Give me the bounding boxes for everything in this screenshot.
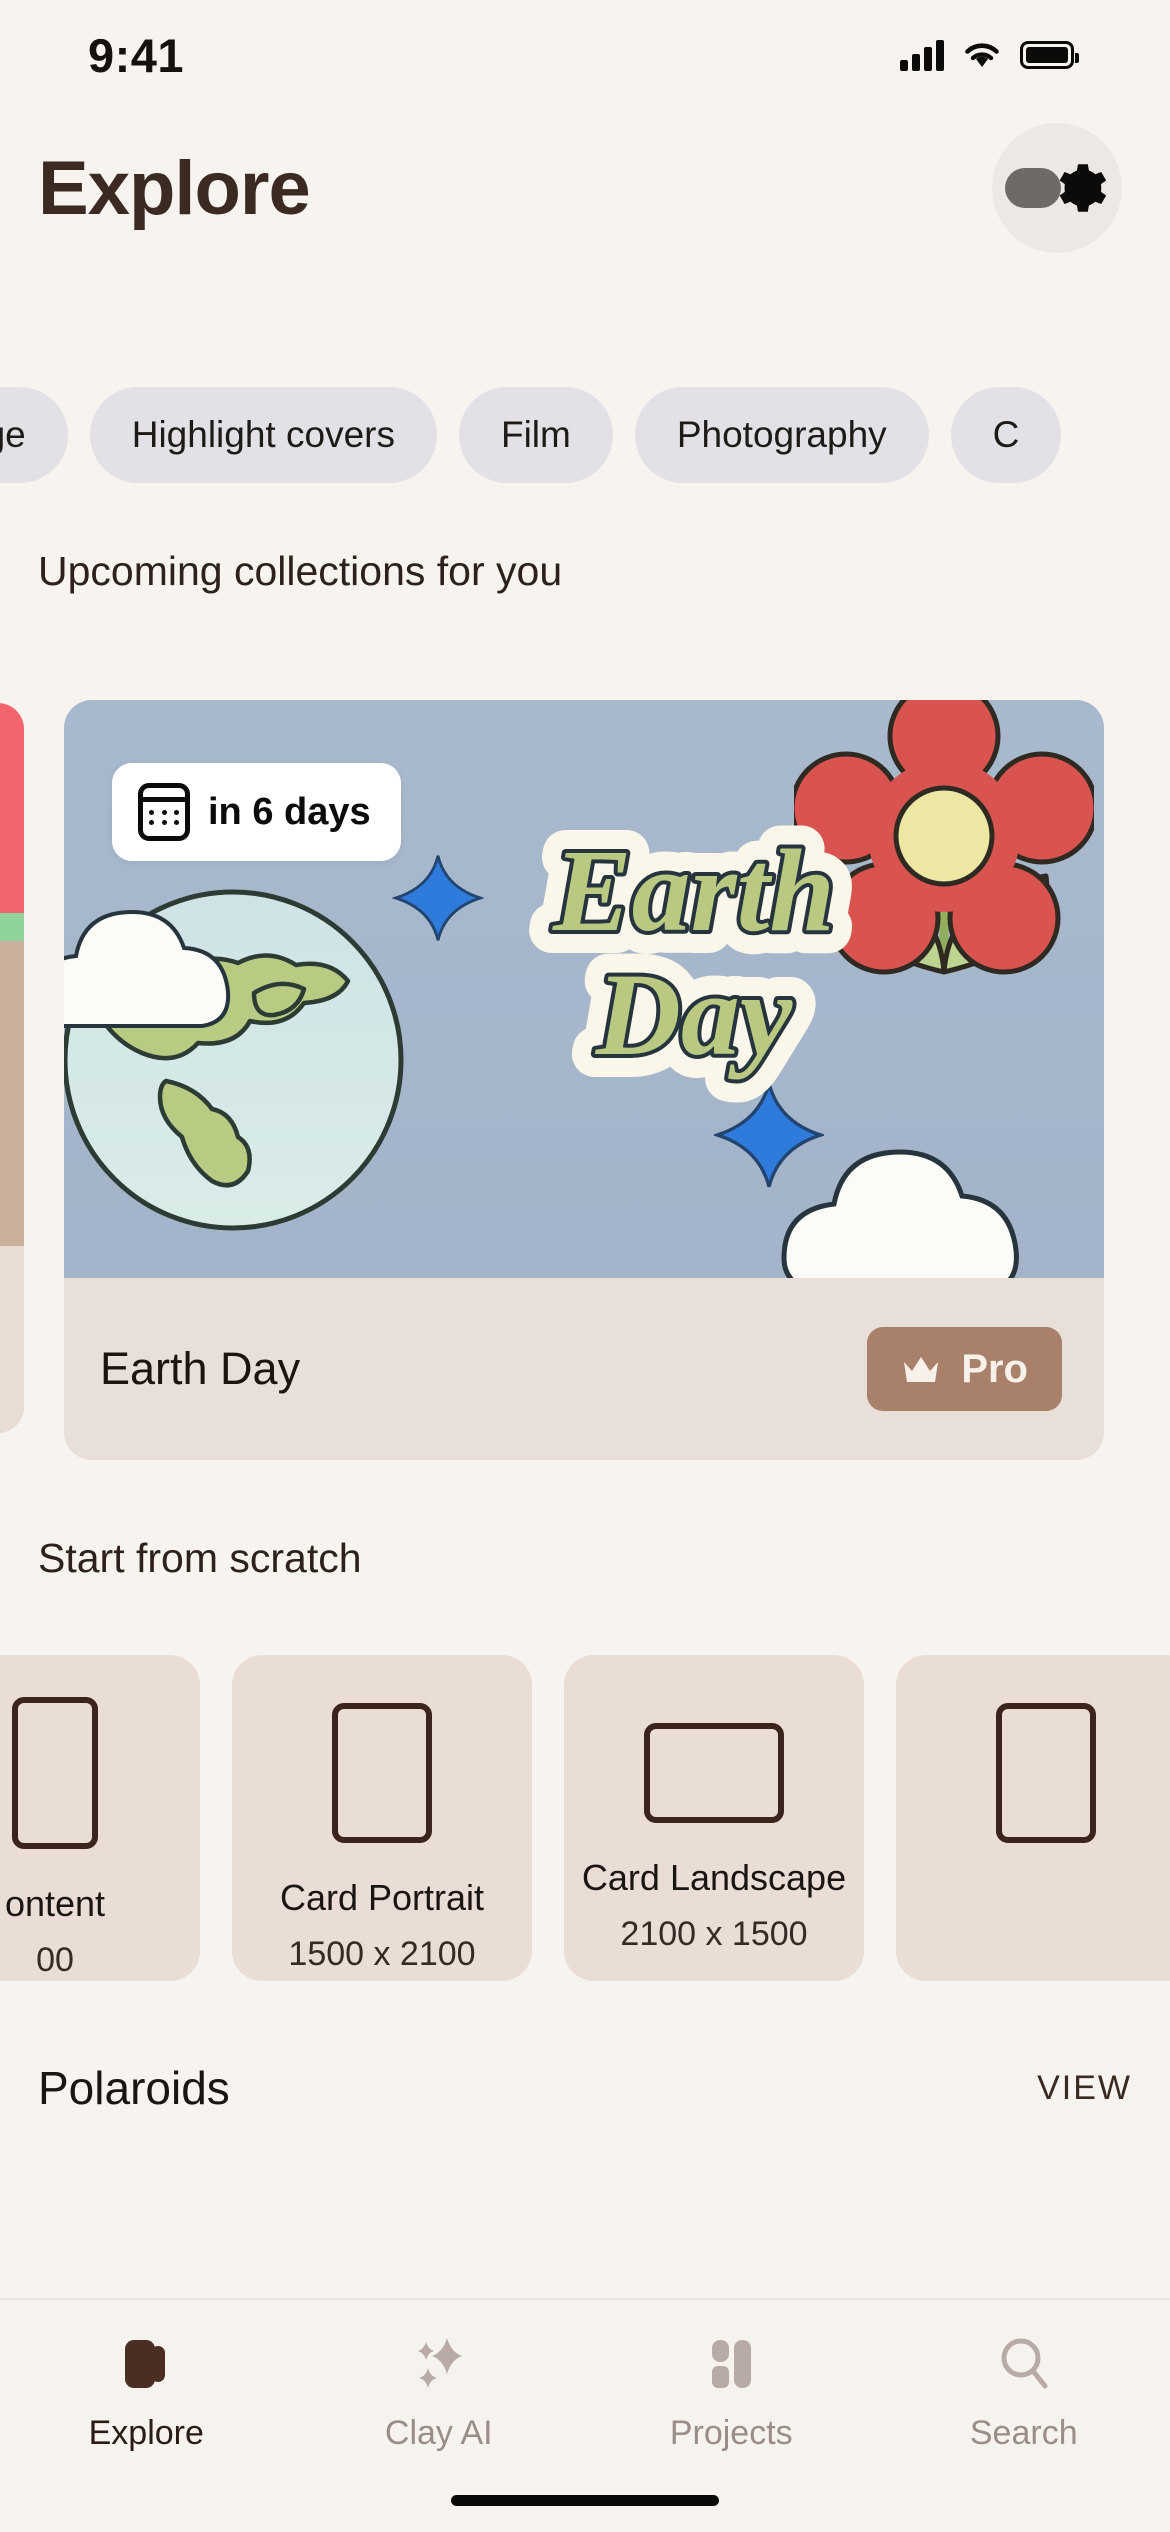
wordmark-line2: Day [595, 949, 793, 1080]
category-chip-1[interactable]: Highlight covers [89, 387, 437, 483]
tab-label: Explore [88, 2414, 204, 2452]
scratch-card-0[interactable]: ontent 00 [0, 1655, 200, 1981]
tab-search[interactable]: Search [878, 2328, 1170, 2453]
scratch-section-title: Start from scratch [38, 1535, 362, 1581]
page-title: Explore [38, 145, 311, 231]
collection-name: Earth Day [100, 1343, 301, 1394]
tab-label: Projects [669, 2414, 793, 2452]
scratch-card-size: 2100 x 1500 [620, 1915, 808, 1953]
scratch-card-title: ontent [4, 1883, 106, 1924]
scratch-card-title: Card Portrait [279, 1877, 485, 1918]
search-icon [1001, 2338, 1048, 2389]
countdown-label: in 6 days [208, 790, 371, 833]
peek-band-b [0, 913, 24, 941]
scratch-card-2[interactable]: Card Landscape 2100 x 1500 [564, 1655, 864, 1981]
collection-card-earth-day[interactable]: Earth Earth Earth Day Day Day in 6 days … [64, 700, 1104, 1460]
app-screen: 9:41 Explore age Highlight covers Film P… [0, 0, 1170, 2532]
scratch-card-1[interactable]: Card Portrait 1500 x 2100 [232, 1655, 532, 1981]
sparkles-icon [417, 2338, 462, 2388]
start-from-scratch-row[interactable]: ontent 00 Card Portrait 1500 x 2100 Card… [0, 1655, 1170, 2005]
home-indicator [451, 2495, 719, 2506]
status-bar: 9:41 [0, 0, 1170, 110]
polaroids-section-header[interactable]: Polaroids VIEW [0, 2053, 1170, 2123]
scratch-card-size: 00 [36, 1941, 74, 1979]
earth-day-wordmark: Earth Earth Earth Day Day Day [529, 808, 858, 1103]
projects-icon [712, 2340, 752, 2388]
scratch-card-title: Card Landscape [581, 1857, 847, 1898]
category-chip-0[interactable]: age [0, 387, 68, 483]
calendar-icon [138, 783, 190, 841]
peek-band-c [0, 941, 24, 1246]
landscape-shape-icon [644, 1723, 784, 1823]
peek-band-d [0, 1246, 24, 1433]
cloud-left-icon [64, 909, 231, 1028]
card-artwork: Earth Earth Earth Day Day Day in 6 days [64, 700, 1104, 1278]
polaroids-view-button[interactable]: VIEW [1037, 2069, 1132, 2108]
bottom-tab-bar[interactable]: Explore Clay AI Projects Search [0, 2298, 1170, 2532]
tab-explore[interactable]: Explore [0, 2328, 293, 2453]
wordmark-line1: Earth [552, 825, 835, 956]
category-chip-2[interactable]: Film [458, 387, 613, 483]
peek-band-a [0, 703, 24, 913]
card-footer: Earth Day Pro [64, 1278, 1104, 1460]
upcoming-section-title: Upcoming collections for you [38, 548, 563, 594]
category-chip-list[interactable]: age Highlight covers Film Photography C [0, 380, 1170, 490]
settings-button[interactable] [992, 123, 1122, 253]
story-shape-icon [12, 1697, 98, 1849]
countdown-badge: in 6 days [112, 763, 401, 861]
chip-label: Film [500, 414, 571, 455]
upcoming-collections-row[interactable]: Earth Earth Earth Day Day Day in 6 days … [0, 700, 1170, 1460]
cellular-signal-icon [900, 39, 944, 71]
pro-label: Pro [961, 1346, 1028, 1391]
chip-label: Highlight covers [131, 414, 395, 455]
pro-badge[interactable]: Pro [867, 1327, 1062, 1411]
category-chip-3[interactable]: Photography [634, 387, 929, 483]
tab-projects[interactable]: Projects [585, 2328, 878, 2453]
tab-clay-ai[interactable]: Clay AI [293, 2328, 586, 2453]
collection-card-previous[interactable] [0, 703, 24, 1433]
page-header: Explore [0, 118, 1170, 258]
crown-icon [904, 1357, 939, 1382]
portrait-shape-icon [332, 1703, 432, 1843]
gear-icon [1059, 164, 1107, 212]
tab-label: Search [969, 2414, 1078, 2452]
polaroids-title: Polaroids [38, 2062, 230, 2114]
status-time: 9:41 [88, 28, 185, 82]
scratch-card-size: 1500 x 2100 [288, 1935, 476, 1973]
battery-icon [1020, 41, 1079, 69]
category-chip-4[interactable]: C [950, 387, 1062, 483]
scratch-card-3[interactable]: Card 2100 [896, 1655, 1170, 1981]
status-icons [900, 39, 1079, 71]
chip-label: Photography [676, 414, 887, 455]
portrait-shape-icon [996, 1703, 1096, 1843]
chip-label: C [992, 414, 1020, 455]
explore-icon [125, 2340, 166, 2388]
chip-label: age [0, 414, 26, 455]
tab-label: Clay AI [384, 2414, 493, 2452]
wifi-icon [965, 43, 999, 67]
